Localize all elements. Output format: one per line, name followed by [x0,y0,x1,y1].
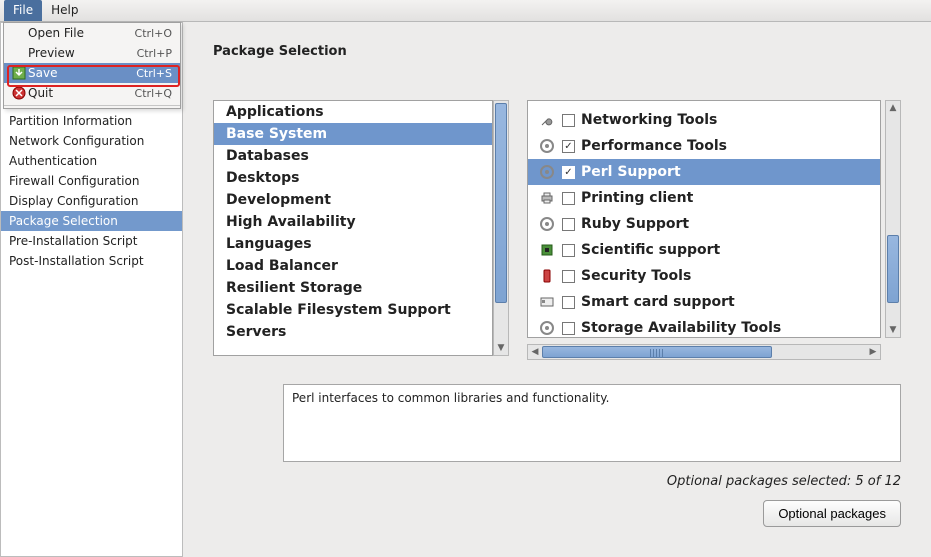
menu-save-label: Save [28,66,136,80]
file-menu-dropdown: Open File Ctrl+O Preview Ctrl+P Save Ctr… [3,22,181,109]
category-item[interactable]: Languages [214,233,492,255]
package-row[interactable]: Security Tools [528,263,880,289]
menu-save[interactable]: Save Ctrl+S [4,63,180,83]
package-description: Perl interfaces to common libraries and … [283,384,901,462]
scroll-down-icon[interactable]: ▼ [886,323,900,337]
scroll-right-icon[interactable]: ▶ [866,345,880,359]
package-label: Scientific support [581,242,870,258]
package-checkbox[interactable]: ✓ [562,166,575,179]
menu-save-accel: Ctrl+S [136,67,172,80]
scroll-down-icon[interactable]: ▼ [494,341,508,355]
package-row[interactable]: Scientific support [528,237,880,263]
sidebar-item-auth[interactable]: Authentication [1,151,182,171]
chip-icon [538,241,556,259]
menu-file[interactable]: File [4,0,42,21]
package-label: Networking Tools [581,112,870,128]
gear-icon [538,319,556,337]
menu-help[interactable]: Help [42,0,87,21]
scrollbar-thumb[interactable] [495,103,507,303]
package-hscrollbar[interactable]: ◀ ▶ [527,344,881,360]
package-label: Perl Support [581,164,870,180]
category-item[interactable]: Applications [214,101,492,123]
package-row[interactable]: ✓ Perl Support [528,159,880,185]
optional-packages-count: Optional packages selected: 5 of 12 [667,474,901,489]
sidebar-item-partition[interactable]: Partition Information [1,111,182,131]
menu-preview-accel: Ctrl+P [137,47,172,60]
package-row[interactable]: Smart card support [528,289,880,315]
category-item[interactable]: High Availability [214,211,492,233]
package-row[interactable]: Printing client [528,185,880,211]
package-label: Printing client [581,190,870,206]
gear-icon [538,137,556,155]
gear-icon [538,215,556,233]
menu-preview-label: Preview [28,46,137,60]
gear-icon [538,100,556,103]
package-checkbox[interactable]: ✓ [562,140,575,153]
quit-icon [10,86,28,100]
package-label: Ruby Support [581,216,870,232]
package-row[interactable]: Ruby Support [528,211,880,237]
category-list[interactable]: Applications Base System Databases Deskt… [213,100,493,356]
save-icon [10,66,28,80]
category-item[interactable]: Load Balancer [214,255,492,277]
package-checkbox[interactable] [562,218,575,231]
category-item[interactable]: Databases [214,145,492,167]
sidebar-item-package-selection[interactable]: Package Selection [1,211,182,231]
category-item[interactable]: Resilient Storage [214,277,492,299]
category-item[interactable]: Base System [214,123,492,145]
package-label: Network file system client [581,100,870,102]
scrollbar-thumb[interactable] [887,235,899,303]
package-checkbox[interactable] [562,296,575,309]
package-label: Storage Availability Tools [581,320,870,336]
package-checkbox[interactable] [562,244,575,257]
sidebar-item-preinstall[interactable]: Pre-Installation Script [1,231,182,251]
menubar: File Help [0,0,931,22]
menu-quit-label: Quit [28,86,135,100]
package-checkbox[interactable]: ✓ [562,100,575,101]
package-checkbox[interactable] [562,322,575,335]
menu-open-file[interactable]: Open File Ctrl+O [4,23,180,43]
sidebar-item-postinstall[interactable]: Post-Installation Script [1,251,182,271]
scroll-left-icon[interactable]: ◀ [528,345,542,359]
card-icon [538,293,556,311]
package-checkbox[interactable] [562,192,575,205]
menu-open-file-label: Open File [28,26,135,40]
section-title: Package Selection [213,44,901,59]
menu-open-file-accel: Ctrl+O [135,27,172,40]
package-list-wrap: ✓ Network file system client Networking To… [527,100,901,360]
sidebar-item-display[interactable]: Display Configuration [1,191,182,211]
category-item[interactable]: Scalable Filesystem Support [214,299,492,321]
menu-quit[interactable]: Quit Ctrl+Q [4,83,180,103]
package-label: Smart card support [581,294,870,310]
package-row[interactable]: ✓ Network file system client [528,100,880,107]
package-vscrollbar[interactable]: ▲ ▼ [885,100,901,338]
category-scrollbar[interactable]: ▲ ▼ [493,100,509,356]
shield-icon [538,267,556,285]
package-checkbox[interactable] [562,270,575,283]
package-label: Security Tools [581,268,870,284]
category-item[interactable]: Desktops [214,167,492,189]
package-row[interactable]: Storage Availability Tools [528,315,880,338]
package-label: Performance Tools [581,138,870,154]
menu-quit-accel: Ctrl+Q [135,87,172,100]
category-list-wrap: Applications Base System Databases Deskt… [213,100,513,360]
scrollbar-thumb[interactable] [542,346,772,358]
wrench-icon [538,111,556,129]
category-item[interactable]: Development [214,189,492,211]
sidebar-item-firewall[interactable]: Firewall Configuration [1,171,182,191]
gear-icon [538,163,556,181]
package-list[interactable]: ✓ Network file system client Networking To… [527,100,881,338]
main-panel: Package Selection Applications Base Syst… [183,22,931,557]
scroll-up-icon[interactable]: ▲ [886,101,900,115]
menu-separator [4,105,180,106]
category-item[interactable]: Servers [214,321,492,343]
menu-preview[interactable]: Preview Ctrl+P [4,43,180,63]
optional-packages-button[interactable]: Optional packages [763,500,901,527]
package-checkbox[interactable] [562,114,575,127]
package-row[interactable]: ✓ Performance Tools [528,133,880,159]
sidebar-item-network[interactable]: Network Configuration [1,131,182,151]
printer-icon [538,189,556,207]
package-row[interactable]: Networking Tools [528,107,880,133]
